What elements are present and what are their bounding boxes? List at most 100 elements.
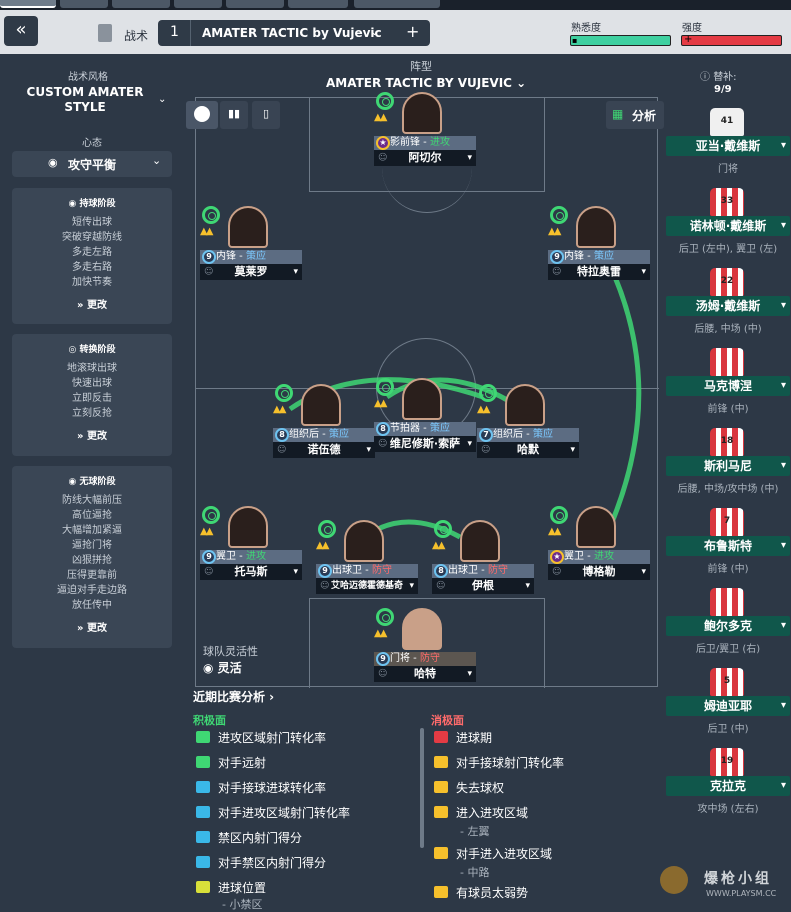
strength-bar[interactable]: + bbox=[681, 34, 782, 46]
player-card[interactable]: ▲▲组织后 - 策应7哈默 bbox=[477, 384, 579, 458]
shirt-icon: 5 bbox=[710, 668, 744, 696]
scrollbar[interactable] bbox=[420, 728, 424, 848]
add-icon[interactable]: + bbox=[406, 22, 419, 41]
player-card[interactable]: ▲▲门将 - 防守9哈特 bbox=[374, 608, 476, 682]
sub-name[interactable]: 斯利马尼 bbox=[666, 456, 790, 476]
sub-name[interactable]: 汤姆·戴维斯 bbox=[666, 296, 790, 316]
chevron-down-icon[interactable]: ⌄ bbox=[158, 94, 166, 105]
morale-icon bbox=[479, 384, 497, 402]
top-tab[interactable] bbox=[60, 0, 108, 8]
phase-item: 凶狠拼抢 bbox=[72, 555, 112, 566]
player-card[interactable]: ▲▲影前锋 - 进攻★阿切尔 bbox=[374, 92, 476, 166]
top-tab[interactable] bbox=[112, 0, 170, 8]
change-button[interactable]: » 更改 bbox=[12, 427, 172, 442]
sub-name[interactable]: 姆迪亚耶 bbox=[666, 696, 790, 716]
player-card[interactable]: ▲▲翼卫 - 进攻9托马斯 bbox=[200, 506, 302, 580]
player-name[interactable]: 博格勒 bbox=[548, 564, 650, 580]
negative-item: 对手进入进攻区域 bbox=[434, 845, 552, 862]
chevron-down-icon[interactable]: ⌄ bbox=[370, 25, 379, 38]
player-card[interactable]: ▲▲内锋 - 策应9特拉奥雷 bbox=[548, 206, 650, 280]
watermark-url: WWW.PLAYSM.CC bbox=[706, 889, 777, 898]
avatar bbox=[460, 520, 500, 562]
tactic-selector[interactable]: 1 AMATER TACTIC by Vujevic ⌄ + bbox=[158, 20, 430, 46]
sub-name[interactable]: 亚当·戴维斯 bbox=[666, 136, 790, 156]
player-name[interactable]: 托马斯 bbox=[200, 564, 302, 580]
sub-position: 后卫 (中) bbox=[707, 724, 749, 735]
top-tab[interactable] bbox=[288, 0, 348, 8]
player-name[interactable]: 艾哈迈德霍德基奇 bbox=[316, 578, 418, 594]
player-card[interactable]: ▲▲出球卫 - 防守9艾哈迈德霍德基奇 bbox=[316, 520, 418, 594]
mentality-dropdown[interactable]: ◉ 攻守平衡 ⌄ bbox=[12, 151, 172, 177]
back-button[interactable]: « bbox=[4, 16, 38, 46]
player-card[interactable]: ▲▲节拍器 - 策应8维尼修斯·索萨 bbox=[374, 378, 476, 452]
top-tab[interactable] bbox=[354, 0, 440, 8]
phase-box-transition: ◎ 转换阶段 地滚球出球 快速出球 立即反击 立刻反抢 » 更改 bbox=[12, 334, 172, 456]
sub-position: 后卫/翼卫 (右) bbox=[695, 644, 761, 655]
player-name[interactable]: 诺伍德 bbox=[273, 442, 375, 458]
positives-label: 积极面 bbox=[193, 714, 226, 727]
change-button[interactable]: » 更改 bbox=[12, 296, 172, 311]
link-line bbox=[607, 276, 642, 528]
phase-item: 地滚球出球 bbox=[67, 363, 117, 374]
morale-icon bbox=[376, 608, 394, 626]
shirt-icon bbox=[710, 348, 744, 376]
familiarity-bar[interactable]: ▪ bbox=[570, 35, 671, 46]
thumbs-up-icon bbox=[196, 856, 210, 868]
phase-box-possession: ◉ 持球阶段 短传出球 突破穿越防线 多走左路 多走右路 加快节奏 » 更改 bbox=[12, 188, 172, 324]
change-button[interactable]: » 更改 bbox=[12, 619, 172, 634]
watermark-text: 爆枪小组 bbox=[704, 871, 772, 887]
sub-name[interactable]: 布鲁斯特 bbox=[666, 536, 790, 556]
thumbs-up-icon bbox=[196, 881, 210, 893]
sub-name[interactable]: 诺林顿·戴维斯 bbox=[666, 216, 790, 236]
sub-name[interactable]: 克拉克 bbox=[666, 776, 790, 796]
foot-icon: ▲▲ bbox=[273, 404, 286, 415]
top-tab[interactable] bbox=[226, 0, 284, 8]
positive-item: 对手进攻区域射门转化率 bbox=[196, 804, 350, 821]
positive-item: 对手禁区内射门得分 bbox=[196, 854, 326, 871]
positive-item: 禁区内射门得分 bbox=[196, 829, 302, 846]
style-label: 战术风格 bbox=[68, 72, 108, 83]
thumbs-down-icon bbox=[434, 781, 448, 793]
style-value[interactable]: CUSTOM AMATER STYLE bbox=[22, 85, 148, 115]
player-name[interactable]: 莫莱罗 bbox=[200, 264, 302, 280]
phase-title: ◉ 无球阶段 bbox=[68, 477, 116, 487]
phase-title: ◉ 持球阶段 bbox=[68, 199, 116, 209]
foot-icon: ▲▲ bbox=[374, 112, 387, 123]
ball-icon: ◉ bbox=[68, 199, 80, 209]
player-card[interactable]: ▲▲翼卫 - 进攻★博格勒 bbox=[548, 506, 650, 580]
morale-icon bbox=[202, 206, 220, 224]
sub-name[interactable]: 鲍尔多克 bbox=[666, 616, 790, 636]
sub-name[interactable]: 马克博涅 bbox=[666, 376, 790, 396]
pitch-tactic-title[interactable]: AMATER TACTIC BY VUJEVIC ⌄ bbox=[326, 76, 526, 90]
recent-analysis-link[interactable]: 近期比赛分析 › bbox=[193, 688, 274, 705]
player-card[interactable]: ▲▲内锋 - 策应9莫莱罗 bbox=[200, 206, 302, 280]
sub-position: 后腰, 中场/攻中场 (中) bbox=[677, 484, 779, 495]
phase-item: 立刻反抢 bbox=[72, 408, 112, 419]
top-tab[interactable] bbox=[174, 0, 222, 8]
top-tab[interactable] bbox=[0, 0, 56, 8]
positive-item: 对手远射 bbox=[196, 754, 266, 771]
avatar bbox=[576, 506, 616, 548]
formation-label: 阵型 bbox=[410, 60, 432, 73]
player-card[interactable]: ▲▲组织后 - 策应8诺伍德 bbox=[273, 384, 375, 458]
player-name[interactable]: 哈默 bbox=[477, 442, 579, 458]
foot-icon: ▲▲ bbox=[548, 226, 561, 237]
negative-item: 失去球权 bbox=[434, 779, 504, 796]
phase-item: 逼抢门将 bbox=[72, 540, 112, 551]
star-icon: ★ bbox=[550, 550, 564, 564]
flexibility-value[interactable]: ◉ 灵活 bbox=[203, 659, 242, 676]
player-name[interactable]: 维尼修斯·索萨 bbox=[374, 436, 476, 452]
condition-badge: 8 bbox=[434, 564, 448, 578]
morale-icon bbox=[434, 520, 452, 538]
thumbs-down-icon bbox=[434, 756, 448, 768]
foot-icon: ▲▲ bbox=[548, 526, 561, 537]
player-name[interactable]: 特拉奥雷 bbox=[548, 264, 650, 280]
player-name[interactable]: 哈特 bbox=[374, 666, 476, 682]
player-name[interactable]: 伊根 bbox=[432, 578, 534, 594]
sub-position: 后卫 (左中), 翼卫 (左) bbox=[678, 244, 778, 255]
phase-item: 多走左路 bbox=[72, 247, 112, 258]
condition-badge: 9 bbox=[550, 250, 564, 264]
player-name[interactable]: 阿切尔 bbox=[374, 150, 476, 166]
avatar bbox=[344, 520, 384, 562]
player-card[interactable]: ▲▲出球卫 - 防守8伊根 bbox=[432, 520, 534, 594]
